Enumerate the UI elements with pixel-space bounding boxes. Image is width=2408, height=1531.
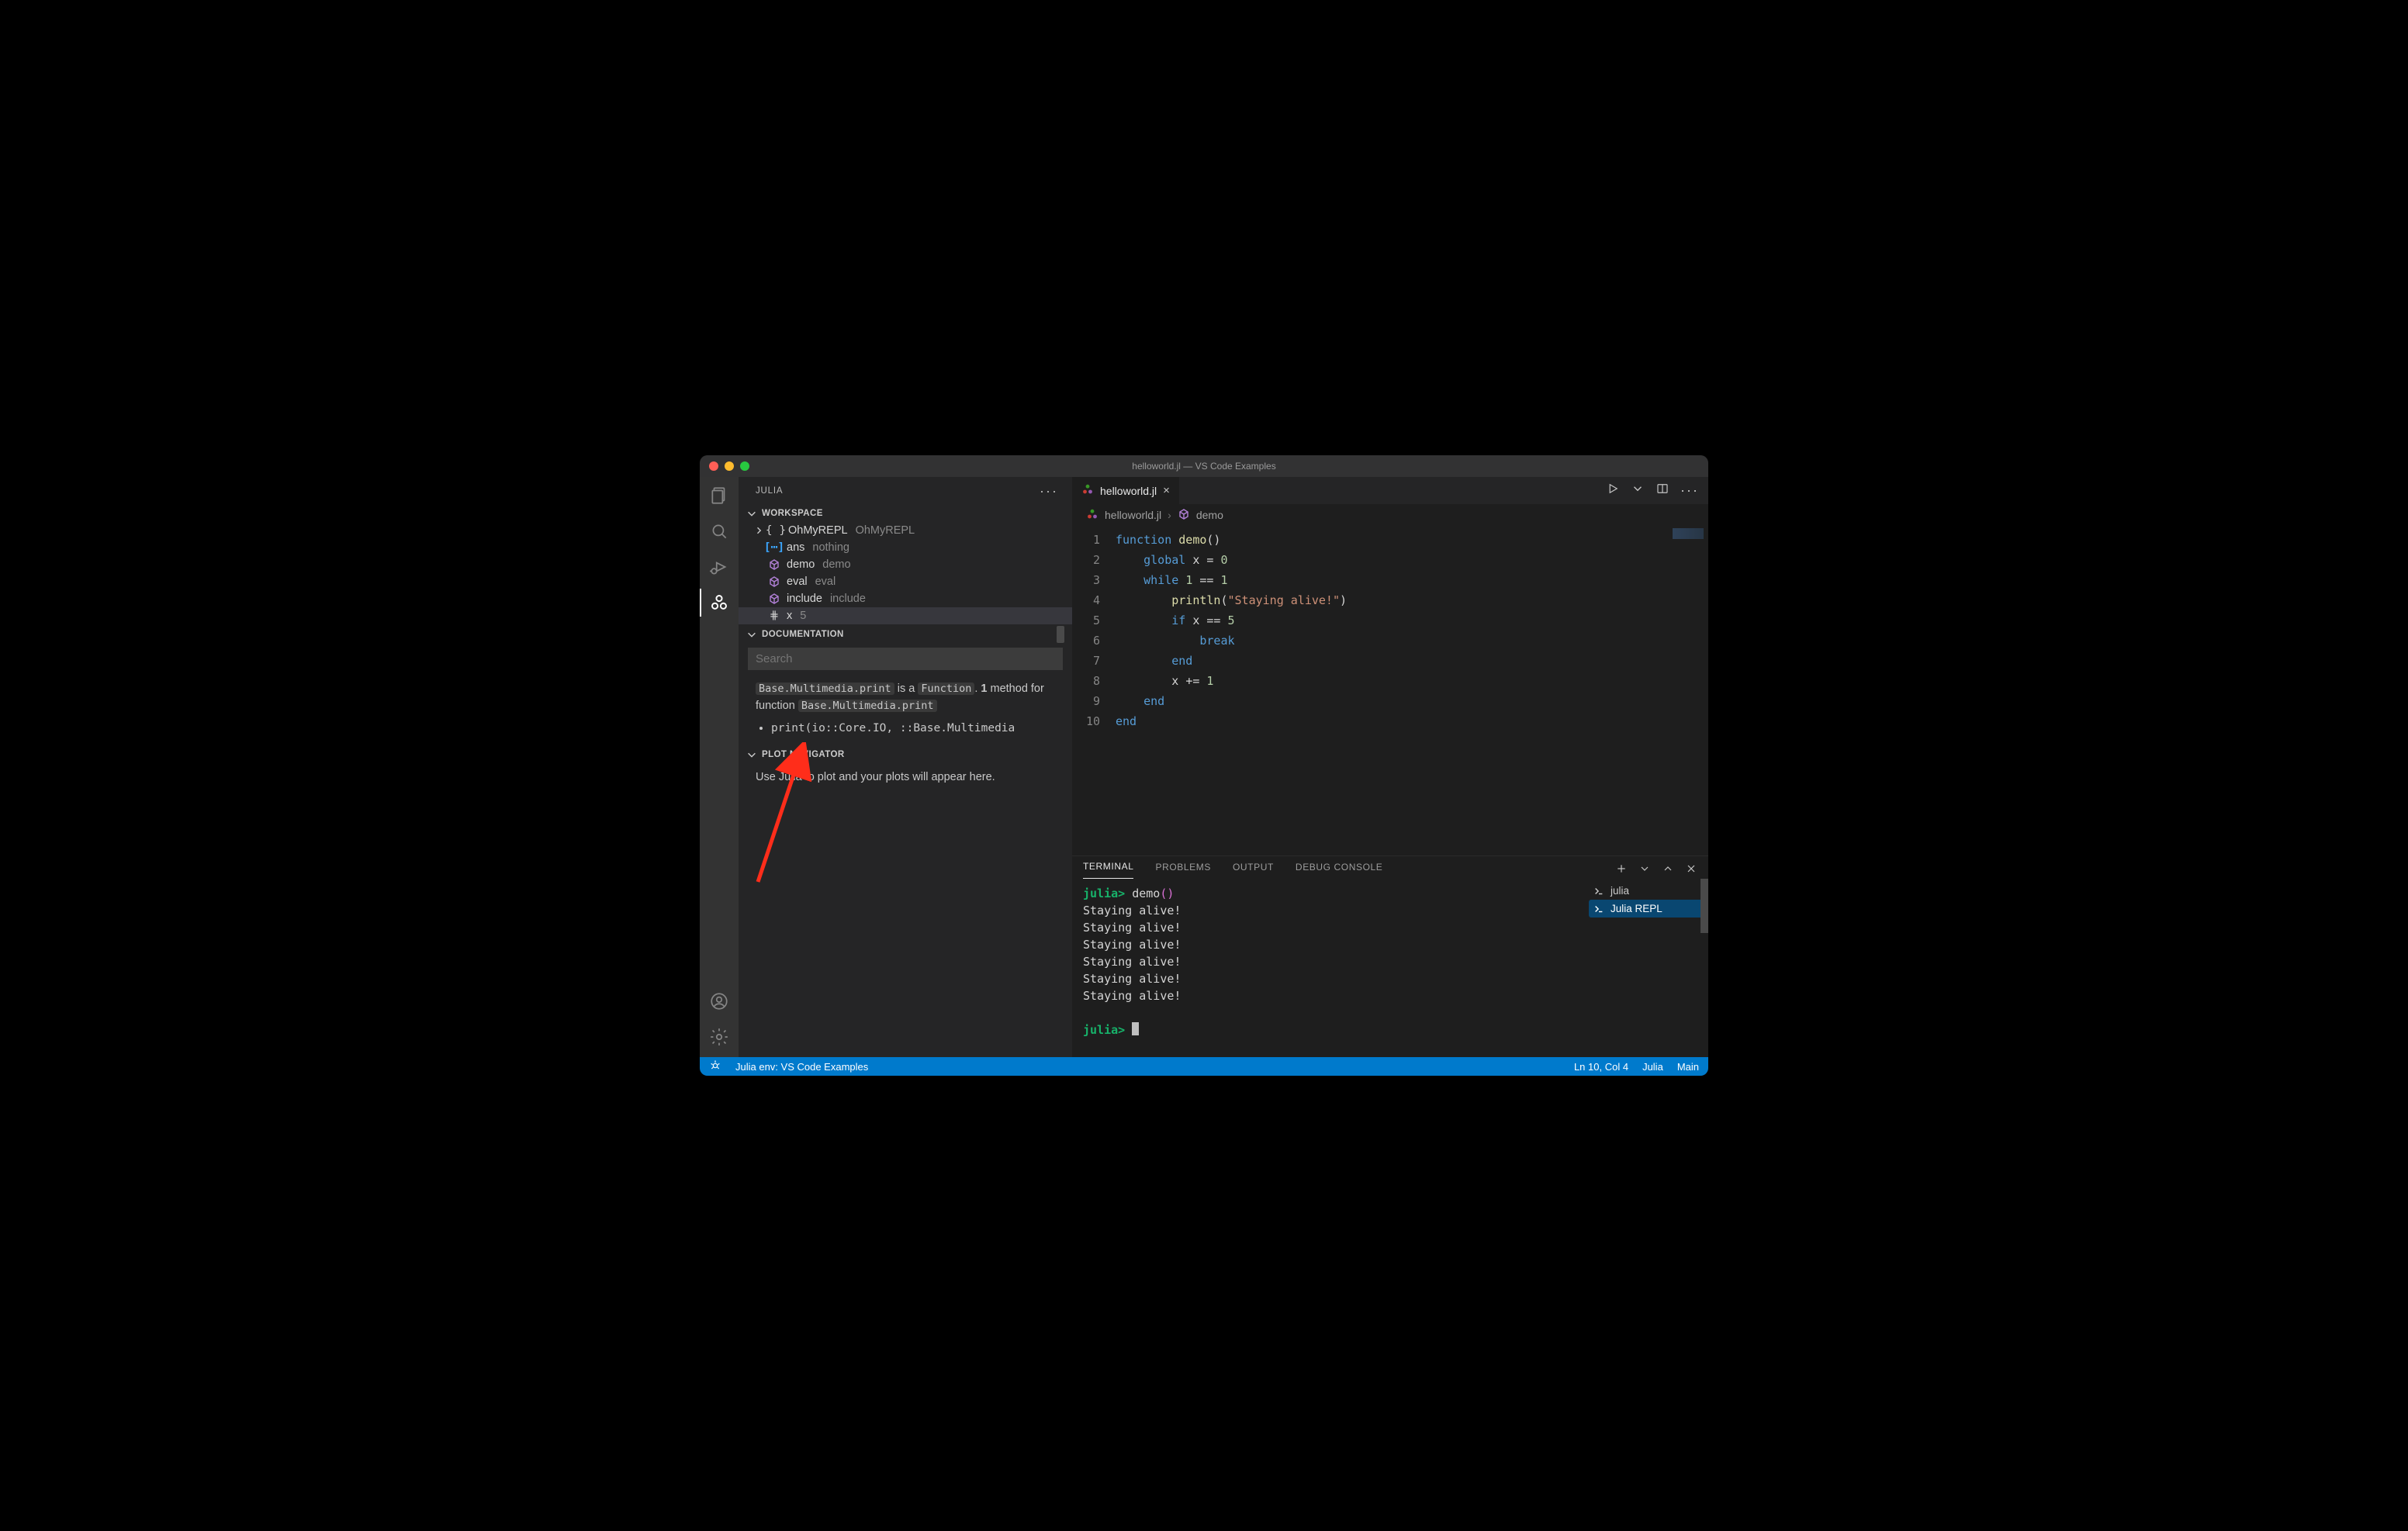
chevron-down-icon bbox=[746, 749, 757, 760]
status-cursor-position[interactable]: Ln 10, Col 4 bbox=[1574, 1061, 1628, 1073]
doc-code: Base.Multimedia.print bbox=[756, 683, 894, 695]
workspace-item[interactable]: eval eval bbox=[739, 573, 1072, 590]
sidebar: JULIA ··· WORKSPACE { } OhMyREPL OhMyREPL [… bbox=[739, 477, 1072, 1057]
sidebar-more-button[interactable]: ··· bbox=[1040, 483, 1058, 499]
workspace-item[interactable]: [⋯] ans nothing bbox=[739, 539, 1072, 556]
tab-bar: helloworld.jl × ··· bbox=[1072, 477, 1708, 505]
activity-run-debug[interactable] bbox=[708, 556, 730, 578]
documentation-search-input[interactable] bbox=[748, 648, 1063, 670]
cube-icon bbox=[768, 558, 780, 571]
editor-more-button[interactable]: ··· bbox=[1680, 482, 1699, 499]
activity-search[interactable] bbox=[708, 520, 730, 542]
section-workspace-label: WORKSPACE bbox=[762, 509, 823, 518]
cube-icon bbox=[768, 593, 780, 605]
julia-file-icon bbox=[1086, 508, 1098, 523]
symbol-icon bbox=[1178, 508, 1190, 523]
terminal-list-item[interactable]: julia bbox=[1589, 882, 1704, 900]
sidebar-title: JULIA bbox=[756, 486, 783, 496]
doc-method: print(io::Core.IO, ::Base.Multimedia bbox=[771, 720, 1063, 737]
tab-close-button[interactable]: × bbox=[1163, 484, 1170, 497]
workspace-item[interactable]: ⋕ x5 bbox=[739, 607, 1072, 624]
panel-tab-problems[interactable]: PROBLEMS bbox=[1155, 862, 1211, 879]
section-workspace-header[interactable]: WORKSPACE bbox=[739, 505, 1072, 522]
terminal-output[interactable]: julia> demo() Staying alive! Staying ali… bbox=[1072, 879, 1584, 1057]
plot-navigator-body: Use Julia to plot and your plots will ap… bbox=[739, 763, 1072, 791]
hash-icon: ⋕ bbox=[768, 610, 780, 622]
chevron-down-icon bbox=[746, 508, 757, 519]
workspace-item[interactable]: { } OhMyREPL OhMyREPL bbox=[739, 522, 1072, 539]
status-language[interactable]: Julia bbox=[1642, 1061, 1663, 1073]
workspace-item-type: nothing bbox=[812, 541, 849, 554]
terminal-list-item[interactable]: Julia REPL bbox=[1589, 900, 1704, 918]
breadcrumb-symbol[interactable]: demo bbox=[1196, 509, 1223, 521]
chevron-down-icon bbox=[746, 629, 757, 640]
activity-accounts[interactable] bbox=[708, 990, 730, 1012]
workspace-item-type: demo bbox=[822, 558, 850, 571]
workspace-item-name: eval bbox=[787, 575, 808, 588]
breadcrumb-file[interactable]: helloworld.jl bbox=[1105, 509, 1161, 521]
workspace-list: { }OhMyREPLOhMyREPL[⋯]ansnothingdemodemo… bbox=[739, 522, 1072, 624]
minimap[interactable] bbox=[1662, 525, 1708, 855]
workspace-item[interactable]: demo demo bbox=[739, 556, 1072, 573]
window-zoom-button[interactable] bbox=[740, 461, 749, 471]
section-plot-label: PLOT NAVIGATOR bbox=[762, 750, 845, 759]
workspace-item-type: eval bbox=[815, 575, 836, 588]
code-editor[interactable]: 12345678910 function demo() global x = 0… bbox=[1072, 525, 1708, 855]
activity-explorer[interactable] bbox=[708, 485, 730, 506]
panel-tab-output[interactable]: OUTPUT bbox=[1233, 862, 1274, 879]
workspace-item-name: x bbox=[787, 610, 792, 622]
section-plot-header[interactable]: PLOT NAVIGATOR bbox=[739, 746, 1072, 763]
workspace-item-name: demo bbox=[787, 558, 815, 571]
panel-close-button[interactable] bbox=[1685, 862, 1697, 877]
tab-label: helloworld.jl bbox=[1100, 485, 1157, 497]
workspace-item-type: OhMyREPL bbox=[856, 524, 915, 537]
code-area[interactable]: function demo() global x = 0 while 1 == … bbox=[1109, 525, 1708, 855]
activity-bar bbox=[700, 477, 739, 1057]
tab-helloworld[interactable]: helloworld.jl × bbox=[1072, 477, 1180, 504]
julia-file-icon bbox=[1081, 483, 1094, 498]
terminal-list: juliaJulia REPL bbox=[1584, 879, 1708, 1057]
status-julia-env[interactable]: Julia env: VS Code Examples bbox=[735, 1061, 868, 1073]
bottom-panel: TERMINAL PROBLEMS OUTPUT DEBUG CONSOLE j… bbox=[1072, 855, 1708, 1057]
bracket-blue-icon: [⋯] bbox=[768, 541, 780, 554]
workspace-item-name: ans bbox=[787, 541, 804, 554]
workspace-item-type: include bbox=[830, 593, 866, 605]
workspace-item-name: include bbox=[787, 593, 822, 605]
new-terminal-button[interactable] bbox=[1615, 862, 1628, 877]
activity-settings[interactable] bbox=[708, 1026, 730, 1048]
breadcrumb[interactable]: helloworld.jl › demo bbox=[1072, 505, 1708, 525]
titlebar: helloworld.jl — VS Code Examples bbox=[700, 455, 1708, 477]
window-close-button[interactable] bbox=[709, 461, 718, 471]
braces-icon: { } bbox=[770, 524, 782, 537]
editor-group: helloworld.jl × ··· helloworld.jl › bbox=[1072, 477, 1708, 1057]
workspace-item-name: OhMyREPL bbox=[788, 524, 848, 537]
section-documentation-label: DOCUMENTATION bbox=[762, 630, 844, 639]
activity-julia[interactable] bbox=[708, 592, 730, 613]
split-editor-button[interactable] bbox=[1656, 482, 1669, 499]
status-debug-icon[interactable] bbox=[709, 1059, 721, 1074]
status-branch[interactable]: Main bbox=[1677, 1061, 1699, 1073]
workspace-item[interactable]: include include bbox=[739, 590, 1072, 607]
cube-icon bbox=[768, 575, 780, 588]
documentation-body: Base.Multimedia.print is a Function. 1 m… bbox=[739, 676, 1072, 743]
line-gutter: 12345678910 bbox=[1072, 525, 1109, 855]
terminal-dropdown[interactable] bbox=[1638, 862, 1651, 877]
panel-tab-debug-console[interactable]: DEBUG CONSOLE bbox=[1296, 862, 1383, 879]
run-button[interactable] bbox=[1606, 482, 1620, 499]
status-bar: Julia env: VS Code Examples Ln 10, Col 4… bbox=[700, 1057, 1708, 1076]
window-minimize-button[interactable] bbox=[725, 461, 734, 471]
scrollbar-thumb[interactable] bbox=[1057, 626, 1064, 643]
section-documentation-header[interactable]: DOCUMENTATION bbox=[739, 626, 1072, 643]
scrollbar-thumb[interactable] bbox=[1700, 879, 1708, 933]
run-dropdown[interactable] bbox=[1631, 482, 1645, 499]
workspace-item-type: 5 bbox=[800, 610, 806, 622]
panel-tab-terminal[interactable]: TERMINAL bbox=[1083, 861, 1133, 879]
panel-maximize-button[interactable] bbox=[1662, 862, 1674, 877]
window-title: helloworld.jl — VS Code Examples bbox=[700, 461, 1708, 472]
